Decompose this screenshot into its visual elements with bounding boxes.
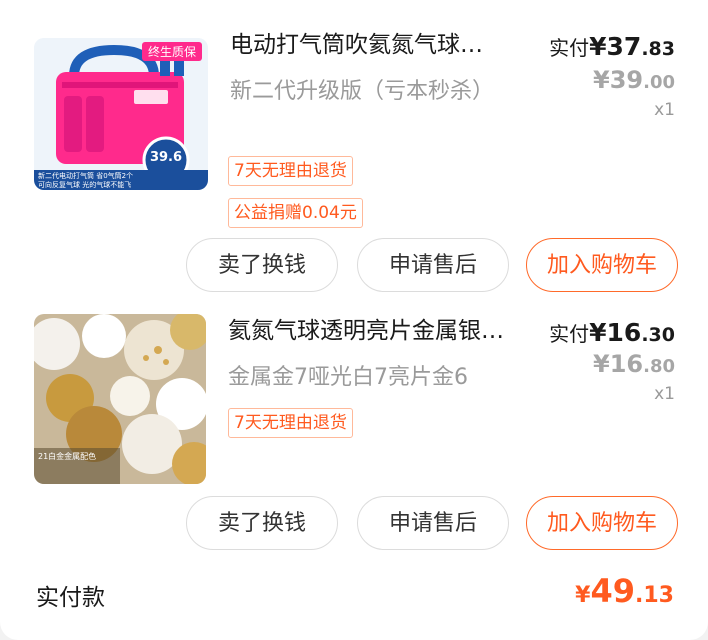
return-policy-tag: 7天无理由退货 <box>228 408 353 438</box>
sell-for-cash-button[interactable]: 卖了换钱 <box>186 496 338 550</box>
product-title[interactable]: 氦氮气球透明亮片金属银… <box>228 316 544 346</box>
product-thumbnail-balloons[interactable]: 21白金金属配色 <box>34 314 206 484</box>
total-amount: 49 <box>590 572 636 610</box>
add-to-cart-button[interactable]: 加入购物车 <box>526 238 678 292</box>
product-spec: 新二代升级版（亏本秒杀） <box>230 79 495 104</box>
original-price: ¥39.00 <box>593 66 675 94</box>
product-spec: 金属金7哑光白7亮片金6 <box>228 365 468 390</box>
return-policy-tag: 7天无理由退货 <box>228 156 353 186</box>
quantity: x1 <box>654 384 675 404</box>
original-price: ¥16.80 <box>593 350 675 378</box>
order-card: 终生质保 39.6 新二代电动打气筒 省0气筒2个 可向反复气球 光的气球不能飞… <box>0 0 708 640</box>
paid-label: 实付 <box>549 36 590 60</box>
orig-cent: .00 <box>643 72 675 93</box>
paid-price: 实付¥37.83 <box>549 32 675 61</box>
paid-yen: ¥16 <box>589 318 642 347</box>
product-title[interactable]: 电动打气筒吹氦氮气球… <box>230 30 530 60</box>
paid-label: 实付 <box>549 322 590 346</box>
add-to-cart-button[interactable]: 加入购物车 <box>526 496 678 550</box>
orig-cent: .80 <box>643 356 675 377</box>
total-yen: ¥ <box>575 583 591 608</box>
thumb-price: 39.6 <box>149 150 183 165</box>
warranty-badge: 终生质保 <box>141 42 202 61</box>
paid-cent: .30 <box>641 324 675 346</box>
sell-for-cash-button[interactable]: 卖了换钱 <box>186 238 338 292</box>
total-paid-label: 实付款 <box>36 585 105 611</box>
paid-cent: .83 <box>641 38 675 60</box>
quantity: x1 <box>654 100 675 120</box>
after-sales-button[interactable]: 申请售后 <box>357 238 509 292</box>
product-thumbnail-air-pump[interactable]: 终生质保 39.6 新二代电动打气筒 省0气筒2个 可向反复气球 光的气球不能飞 <box>34 38 208 190</box>
orig-yen: ¥39 <box>593 66 644 94</box>
thumb-caption-2: 可向反复气球 光的气球不能飞 <box>38 181 132 189</box>
total-cent: .13 <box>635 583 674 608</box>
after-sales-button[interactable]: 申请售后 <box>357 496 509 550</box>
total-paid-amount: ¥49.13 <box>575 572 674 610</box>
thumb-caption: 21白金金属配色 <box>38 452 97 461</box>
donation-tag: 公益捐赠0.04元 <box>228 198 363 228</box>
orig-yen: ¥16 <box>593 350 644 378</box>
paid-price: 实付¥16.30 <box>549 318 675 347</box>
paid-yen: ¥37 <box>589 32 642 61</box>
